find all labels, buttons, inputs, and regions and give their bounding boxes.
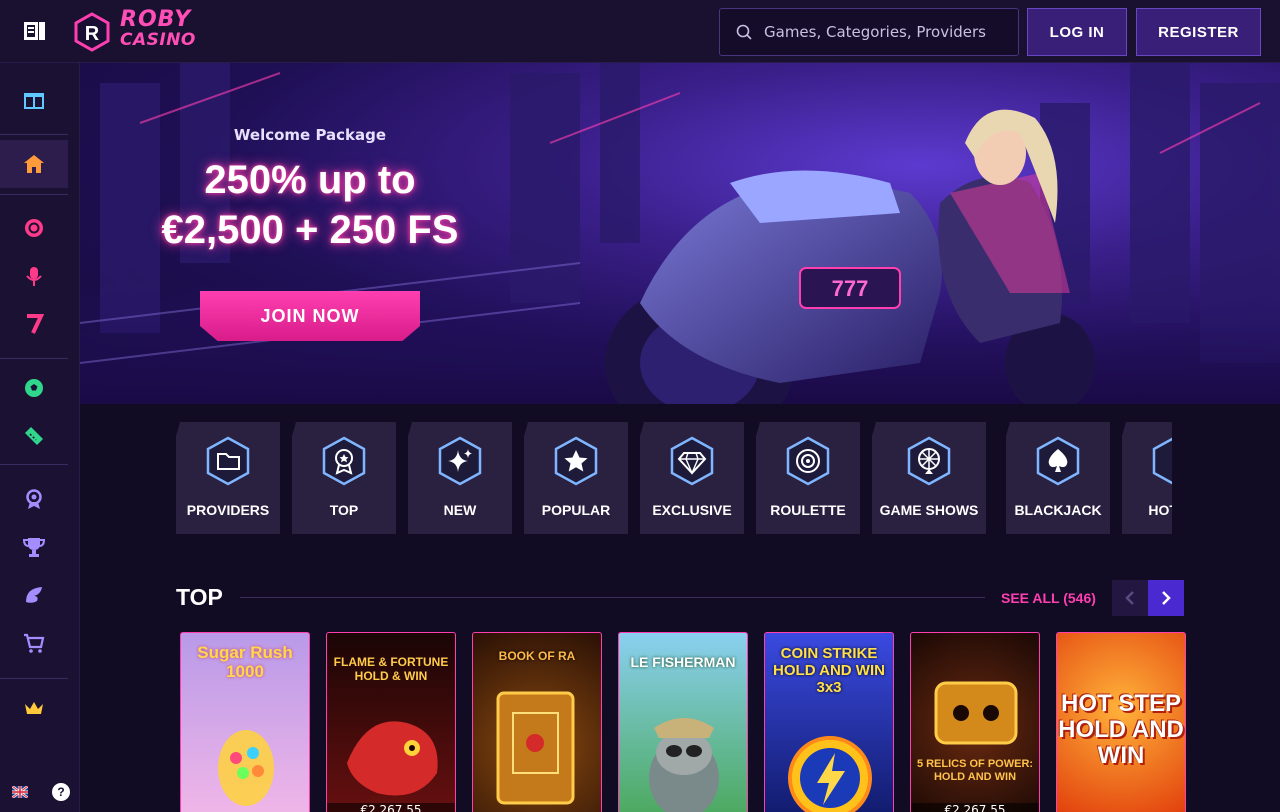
crown-icon [25,702,43,714]
logo-mark-icon: R [74,12,110,52]
logo-text-roby: ROBY [120,7,192,32]
category-top[interactable]: TOP [292,422,396,534]
cart-icon [24,633,45,653]
chevron-right-icon [1162,591,1171,605]
sidebar-item-slots[interactable] [0,300,68,348]
category-game-shows[interactable]: GAME SHOWS [872,422,986,534]
login-button[interactable]: LOG IN [1027,8,1127,56]
game-card[interactable]: FLAME & FORTUNE HOLD & WIN €2,267.55 [326,632,456,812]
svg-text:777: 777 [832,276,869,301]
see-all-link[interactable]: SEE ALL (546) [1001,590,1096,606]
category-roulette[interactable]: ROULETTE [756,422,860,534]
logo-text-casino: CASINO [120,30,196,50]
carousel-prev-button[interactable] [1112,580,1148,616]
trophy-icon [23,538,45,557]
category-popular[interactable]: POPULAR [524,422,628,534]
boost-icon [26,587,42,603]
hero-title: 250% up to €2,500 + 250 FS [161,158,459,252]
game-jackpot: €2,267.55 [911,803,1039,812]
section-title-top: TOP [176,584,223,610]
star-icon [554,436,598,486]
help-icon[interactable]: ? [52,783,70,801]
category-hot-jackpots[interactable]: HOT JA [1122,422,1172,534]
game-jackpot: €2,267.55 [327,803,455,812]
carousel-next-button[interactable] [1148,580,1184,616]
game-card[interactable]: HOT STEP HOLD AND WIN [1056,632,1186,812]
game-card[interactable]: COIN STRIKE HOLD AND WIN 3x3 [764,632,894,812]
hero-banner[interactable]: 777 Welcome Package 250% up to €2,500 + … [80,63,1280,404]
sidebar-item-casino[interactable] [0,204,68,252]
category-blackjack[interactable]: BLACKJACK [1006,422,1110,534]
diamond-icon [670,436,714,486]
search-bar[interactable] [719,8,1019,56]
game-art [934,681,1018,745]
sidebar-item-promotions[interactable] [0,75,68,123]
home-icon [24,155,44,173]
game-card[interactable]: LE FISHERMAN [618,632,748,812]
sidebar: ? [0,63,80,812]
ticket-icon [25,427,43,445]
folder-icon [206,436,250,486]
sidebar-item-tournaments[interactable] [0,523,68,571]
chevron-left-icon [1125,591,1134,605]
wheel-icon [907,436,951,486]
sidebar-toggle-icon[interactable] [24,22,46,40]
search-icon [736,24,752,40]
seven-icon [27,314,45,334]
hot-icon [1152,436,1172,486]
search-input[interactable] [764,23,1004,41]
game-card[interactable]: Sugar Rush 1000 [180,632,310,812]
microphone-icon [26,267,42,286]
sidebar-item-shop[interactable] [0,619,68,667]
section-divider [240,597,985,598]
games-carousel: Sugar Rush 1000 FLAME & FORTUNE HOLD & W… [176,632,1186,812]
sidebar-item-home[interactable] [0,140,68,188]
spade-icon [1036,436,1080,486]
sidebar-item-boost[interactable] [0,571,68,619]
sidebar-item-sports[interactable] [0,364,68,412]
category-new[interactable]: NEW [408,422,512,534]
medal-icon [322,436,366,486]
category-exclusive[interactable]: EXCLUSIVE [640,422,744,534]
sidebar-item-tickets[interactable] [0,412,68,460]
award-icon [26,489,42,509]
game-card[interactable]: BOOK OF RA [472,632,602,812]
sidebar-item-live[interactable] [0,252,68,300]
category-providers[interactable]: PROVIDERS [176,422,280,534]
roulette-icon [786,436,830,486]
svg-text:R: R [85,23,100,45]
chip-icon [25,219,43,237]
soccer-ball-icon [25,379,43,397]
top-header: R ROBY CASINO LOG IN REGISTER [0,0,1280,63]
sidebar-item-achievements[interactable] [0,475,68,523]
register-button[interactable]: REGISTER [1136,8,1261,56]
category-strip: PROVIDERS TOP NEW POPULAR EXCLUSIVE ROUL… [176,422,1172,534]
game-card[interactable]: 5 RELICS OF POWER: HOLD AND WIN €2,267.5… [910,632,1040,812]
game-art [218,730,274,806]
sparkle-icon [438,436,482,486]
uk-flag-icon[interactable] [12,786,28,798]
gift-icon [24,93,44,109]
site-logo[interactable]: R ROBY CASINO [72,7,212,54]
join-now-button[interactable]: JOIN NOW [200,291,420,341]
sidebar-item-vip[interactable] [0,684,68,732]
